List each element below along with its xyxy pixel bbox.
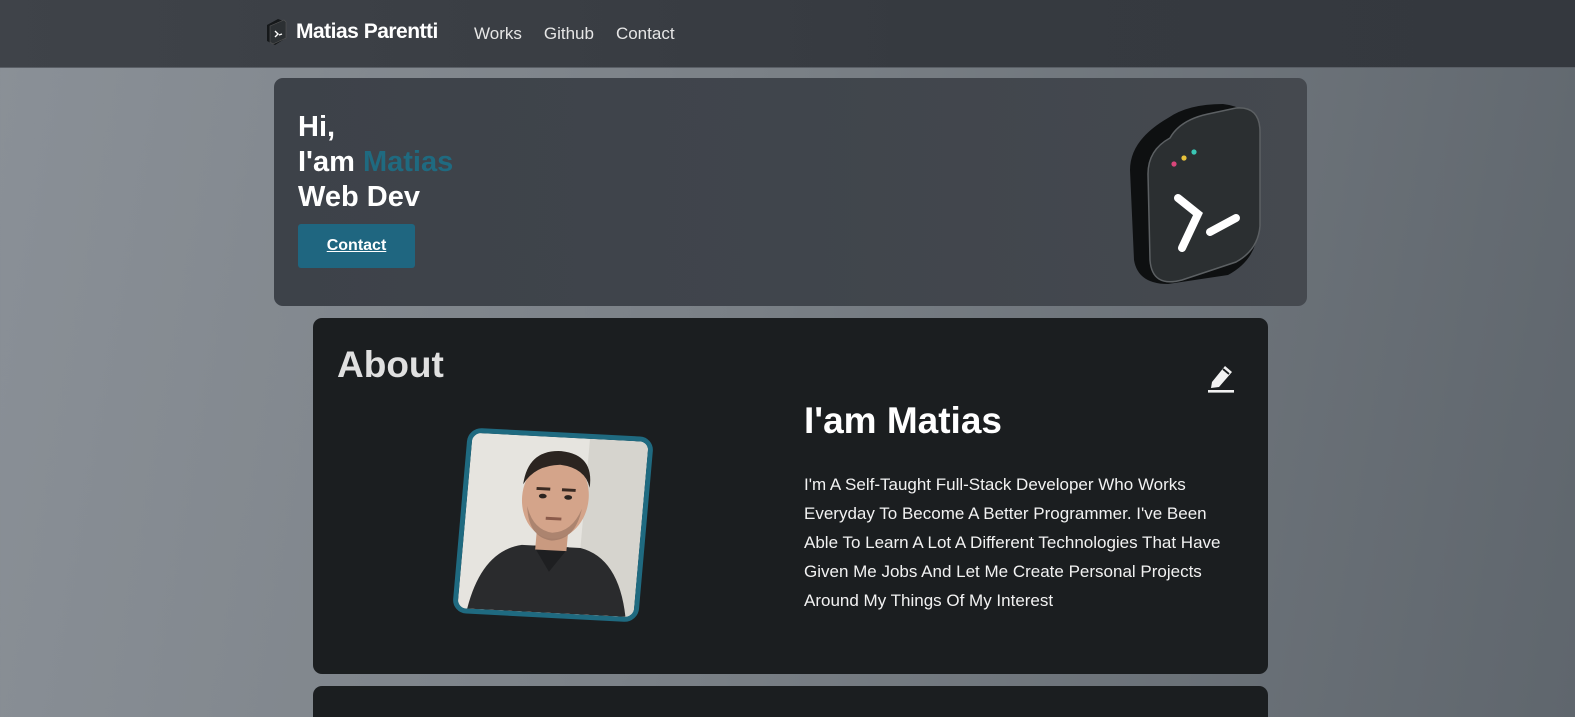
hero-name-accent: Matias — [362, 146, 454, 178]
about-heading: I'am Matias — [804, 400, 1002, 441]
nav-link-github[interactable]: Github — [544, 24, 594, 44]
person-photo-icon — [457, 432, 649, 618]
hero-contact-button[interactable]: Contact — [298, 224, 415, 268]
pencil-icon[interactable] — [1206, 360, 1236, 394]
brand-link[interactable]: Matias Parentti — [264, 16, 438, 48]
hero-name-prefix: I'am — [298, 146, 363, 178]
hero-line-role: Web Dev — [298, 181, 420, 213]
about-title: About — [337, 344, 444, 385]
hero-greeting: Hi, I'am Matias Web Dev — [298, 110, 453, 215]
nav-links: Works Github Contact — [474, 24, 675, 44]
terminal-logo-icon — [1130, 104, 1261, 284]
brand-name: Matias Parentti — [296, 20, 438, 43]
avatar-photo — [451, 427, 655, 623]
about-body: I'm A Self-Taught Full-Stack Developer W… — [804, 475, 1221, 610]
navbar: Matias Parentti Works Github Contact — [0, 0, 1575, 68]
nav-link-contact[interactable]: Contact — [616, 24, 675, 44]
hero-line-hi: Hi, — [298, 111, 336, 143]
next-section-card — [313, 686, 1268, 717]
about-card: About I'am Matias I'm A Self-Taught Full… — [313, 318, 1268, 674]
nav-link-works[interactable]: Works — [474, 24, 522, 44]
hero-line-name: I'am Matias — [298, 145, 453, 180]
hero-section: Hi, I'am Matias Web Dev Contact — [274, 78, 1307, 306]
terminal-logo-icon — [267, 19, 287, 45]
avatar — [451, 427, 656, 628]
